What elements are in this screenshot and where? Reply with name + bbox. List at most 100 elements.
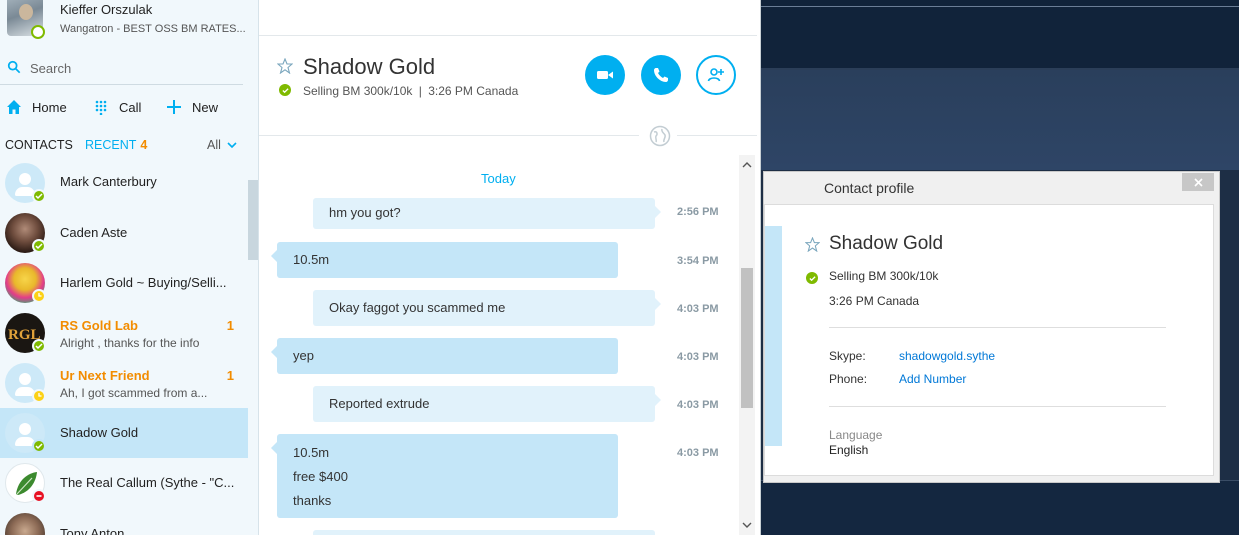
contact-item[interactable]: Tony Anton [0, 508, 248, 535]
contact-profile-window: Contact profile Shadow Gold Selling BM 3… [763, 171, 1220, 483]
contact-item[interactable]: The Real Callum (Sythe - "C... [0, 458, 248, 508]
new-button[interactable]: New [166, 94, 218, 120]
my-profile[interactable]: Kieffer Orszulak Wangatron - BEST OSS BM… [0, 0, 258, 44]
message-outgoing-partial[interactable] [313, 530, 655, 535]
skype-name-link[interactable]: shadowgold.sythe [899, 349, 995, 363]
unread-badge: 1 [226, 368, 234, 383]
search-input[interactable] [30, 57, 230, 79]
call-button[interactable]: Call [93, 94, 141, 120]
contact-item-selected[interactable]: Shadow Gold [0, 408, 248, 458]
contact-mood: Selling BM 300k/10k [303, 84, 413, 98]
contact-name: Ur Next Friend [60, 368, 150, 383]
message-timestamp: 4:03 PM [677, 351, 719, 363]
conversation-scrollbar[interactable] [739, 155, 755, 535]
conversation-subtitle: Selling BM 300k/10k | 3:26 PM Canada [303, 84, 518, 98]
star-icon[interactable] [277, 58, 293, 74]
contact-local-time: 3:26 PM Canada [428, 84, 519, 98]
recent-contact-list: Mark Canterbury Caden Aste Harlem Gold ~… [0, 160, 258, 535]
contact-item[interactable]: RGL RS Gold Lab Alright , thanks for the… [0, 308, 248, 358]
message-outgoing[interactable]: Reported extrude [313, 386, 661, 422]
date-separator: Today [481, 171, 516, 186]
status-away-icon [32, 289, 46, 303]
star-icon[interactable] [805, 237, 820, 252]
home-button[interactable]: Home [6, 94, 67, 120]
contact-item[interactable]: Ur Next Friend Ah, I got scammed from a.… [0, 358, 248, 408]
call-label: Call [119, 99, 142, 115]
status-busy-icon [32, 489, 46, 503]
language-label: Language [829, 428, 883, 442]
contact-item[interactable]: Caden Aste [0, 208, 248, 258]
list-tabs: CONTACTS RECENT 4 All [0, 135, 250, 159]
message-incoming[interactable]: yep [271, 338, 618, 374]
status-away-icon [32, 389, 46, 403]
add-number-link[interactable]: Add Number [899, 372, 966, 386]
sidebar: Kieffer Orszulak Wangatron - BEST OSS BM… [0, 0, 259, 535]
divider [829, 406, 1166, 407]
scroll-down-arrow-icon[interactable] [742, 520, 752, 530]
main-nav: Home Call New [0, 94, 250, 120]
separator: | [418, 84, 422, 98]
contact-name: Harlem Gold ~ Buying/Selli... [60, 275, 227, 290]
message-timestamp: 3:54 PM [677, 255, 719, 267]
conversation-title[interactable]: Shadow Gold [303, 54, 435, 80]
recent-count-badge: 4 [140, 138, 148, 152]
globe-icon[interactable] [649, 125, 671, 147]
contact-profile-title: Contact profile [824, 180, 915, 196]
skype-label: Skype: [829, 349, 866, 363]
dialpad-icon [95, 100, 107, 115]
contact-list-scrollbar[interactable] [248, 180, 258, 260]
profile-local-time: 3:26 PM Canada [829, 294, 920, 308]
contact-preview: Alright , thanks for the info [60, 336, 200, 350]
contact-profile-body: Shadow Gold Selling BM 300k/10k 3:26 PM … [764, 204, 1214, 476]
contact-name: Tony Anton [60, 526, 125, 535]
tab-contacts[interactable]: CONTACTS [5, 138, 73, 152]
message-text: hm you got? [329, 205, 401, 220]
profile-mood: Selling BM 300k/10k [829, 269, 939, 283]
search-bar [0, 53, 243, 85]
background-band [761, 480, 1239, 535]
add-person-icon [707, 68, 724, 82]
contact-item[interactable]: Harlem Gold ~ Buying/Selli... [0, 258, 248, 308]
filter-label: All [207, 138, 221, 152]
add-people-button[interactable] [696, 55, 736, 95]
audio-call-button[interactable] [641, 55, 681, 95]
message-text: thanks [293, 493, 332, 508]
status-online-icon [32, 239, 46, 253]
unread-badge: 1 [226, 318, 234, 333]
background-band [761, 0, 1239, 70]
tab-recent[interactable]: RECENT 4 [85, 138, 147, 152]
message-timestamp: 4:03 PM [677, 399, 719, 411]
message-outgoing[interactable]: hm you got? [313, 198, 661, 229]
message-list: Today hm you got? 2:56 PM 10.5m 3:54 PM … [259, 155, 739, 535]
contact-name: Shadow Gold [60, 425, 139, 440]
message-timestamp: 2:56 PM [677, 206, 719, 218]
scrollbar-thumb[interactable] [741, 268, 753, 408]
contact-item[interactable]: Mark Canterbury [0, 160, 248, 208]
profile-accent-bar [765, 226, 782, 446]
avatar [5, 513, 45, 535]
phone-label: Phone: [829, 372, 868, 386]
close-icon [1193, 177, 1203, 187]
contact-name: The Real Callum (Sythe - "C... [60, 475, 235, 490]
background-band [761, 70, 1239, 170]
scroll-up-arrow-icon[interactable] [742, 160, 752, 170]
filter-dropdown[interactable]: All [207, 138, 237, 152]
message-incoming[interactable]: 10.5m free $400 thanks [271, 434, 618, 518]
contact-name: Caden Aste [60, 225, 128, 240]
my-mood-message[interactable]: Wangatron - BEST OSS BM RATES... [60, 23, 246, 35]
status-online-icon [806, 272, 818, 284]
video-call-button[interactable] [585, 55, 625, 95]
chevron-down-icon [227, 142, 237, 149]
message-timestamp: 4:03 PM [677, 447, 719, 459]
my-presence-icon[interactable] [31, 25, 45, 39]
message-timestamp: 4:03 PM [677, 303, 719, 315]
contact-name: Mark Canterbury [60, 174, 157, 189]
header-divider [259, 135, 639, 136]
status-online-icon [32, 339, 46, 353]
message-incoming[interactable]: 10.5m [271, 242, 618, 278]
my-name[interactable]: Kieffer Orszulak [60, 2, 152, 17]
message-outgoing[interactable]: Okay faggot you scammed me [313, 290, 661, 326]
close-button[interactable] [1182, 173, 1214, 191]
message-text: Okay faggot you scammed me [329, 300, 506, 315]
video-call-icon [597, 71, 613, 79]
